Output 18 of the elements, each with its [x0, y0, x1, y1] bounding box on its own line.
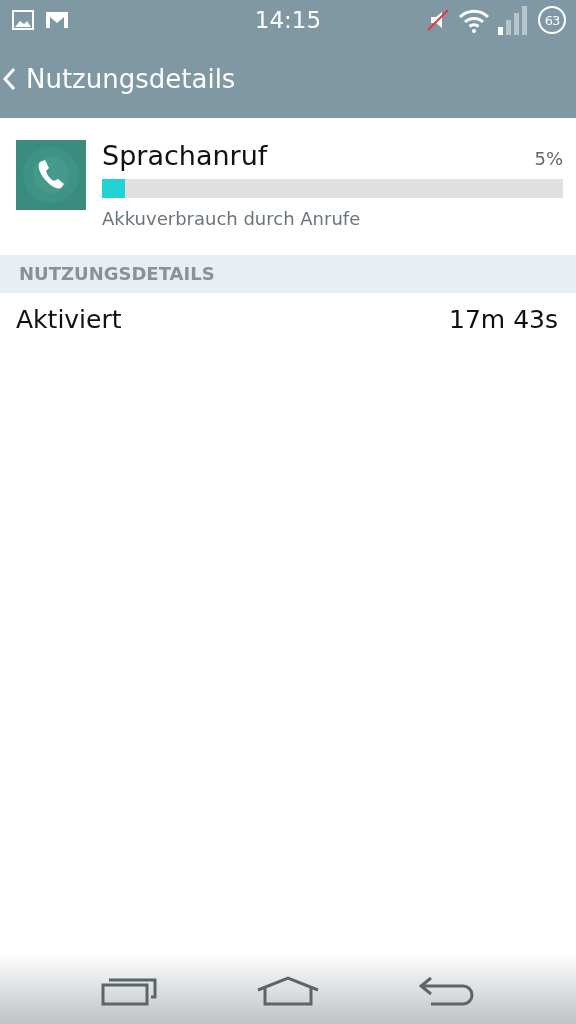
phone-app-icon [16, 140, 86, 210]
section-header: NUTZUNGSDETAILS [0, 255, 576, 293]
battery-indicator: 63 [538, 6, 566, 34]
chevron-left-icon [2, 67, 16, 91]
detail-value: 17m 43s [449, 305, 558, 334]
usage-percent: 5% [534, 148, 563, 169]
detail-label: Aktiviert [16, 305, 122, 334]
status-time: 14:15 [254, 7, 322, 33]
usage-description: Akkuverbrauch durch Anrufe [102, 208, 362, 229]
back-icon[interactable] [419, 976, 475, 1006]
muted-speaker-icon [426, 8, 450, 32]
home-icon[interactable] [257, 976, 319, 1006]
mail-icon [44, 10, 70, 30]
gallery-icon [12, 10, 34, 30]
app-name: Sprachanruf [102, 140, 268, 171]
recent-apps-icon[interactable] [101, 976, 157, 1006]
signal-icon [498, 5, 530, 35]
wifi-icon [458, 7, 490, 33]
